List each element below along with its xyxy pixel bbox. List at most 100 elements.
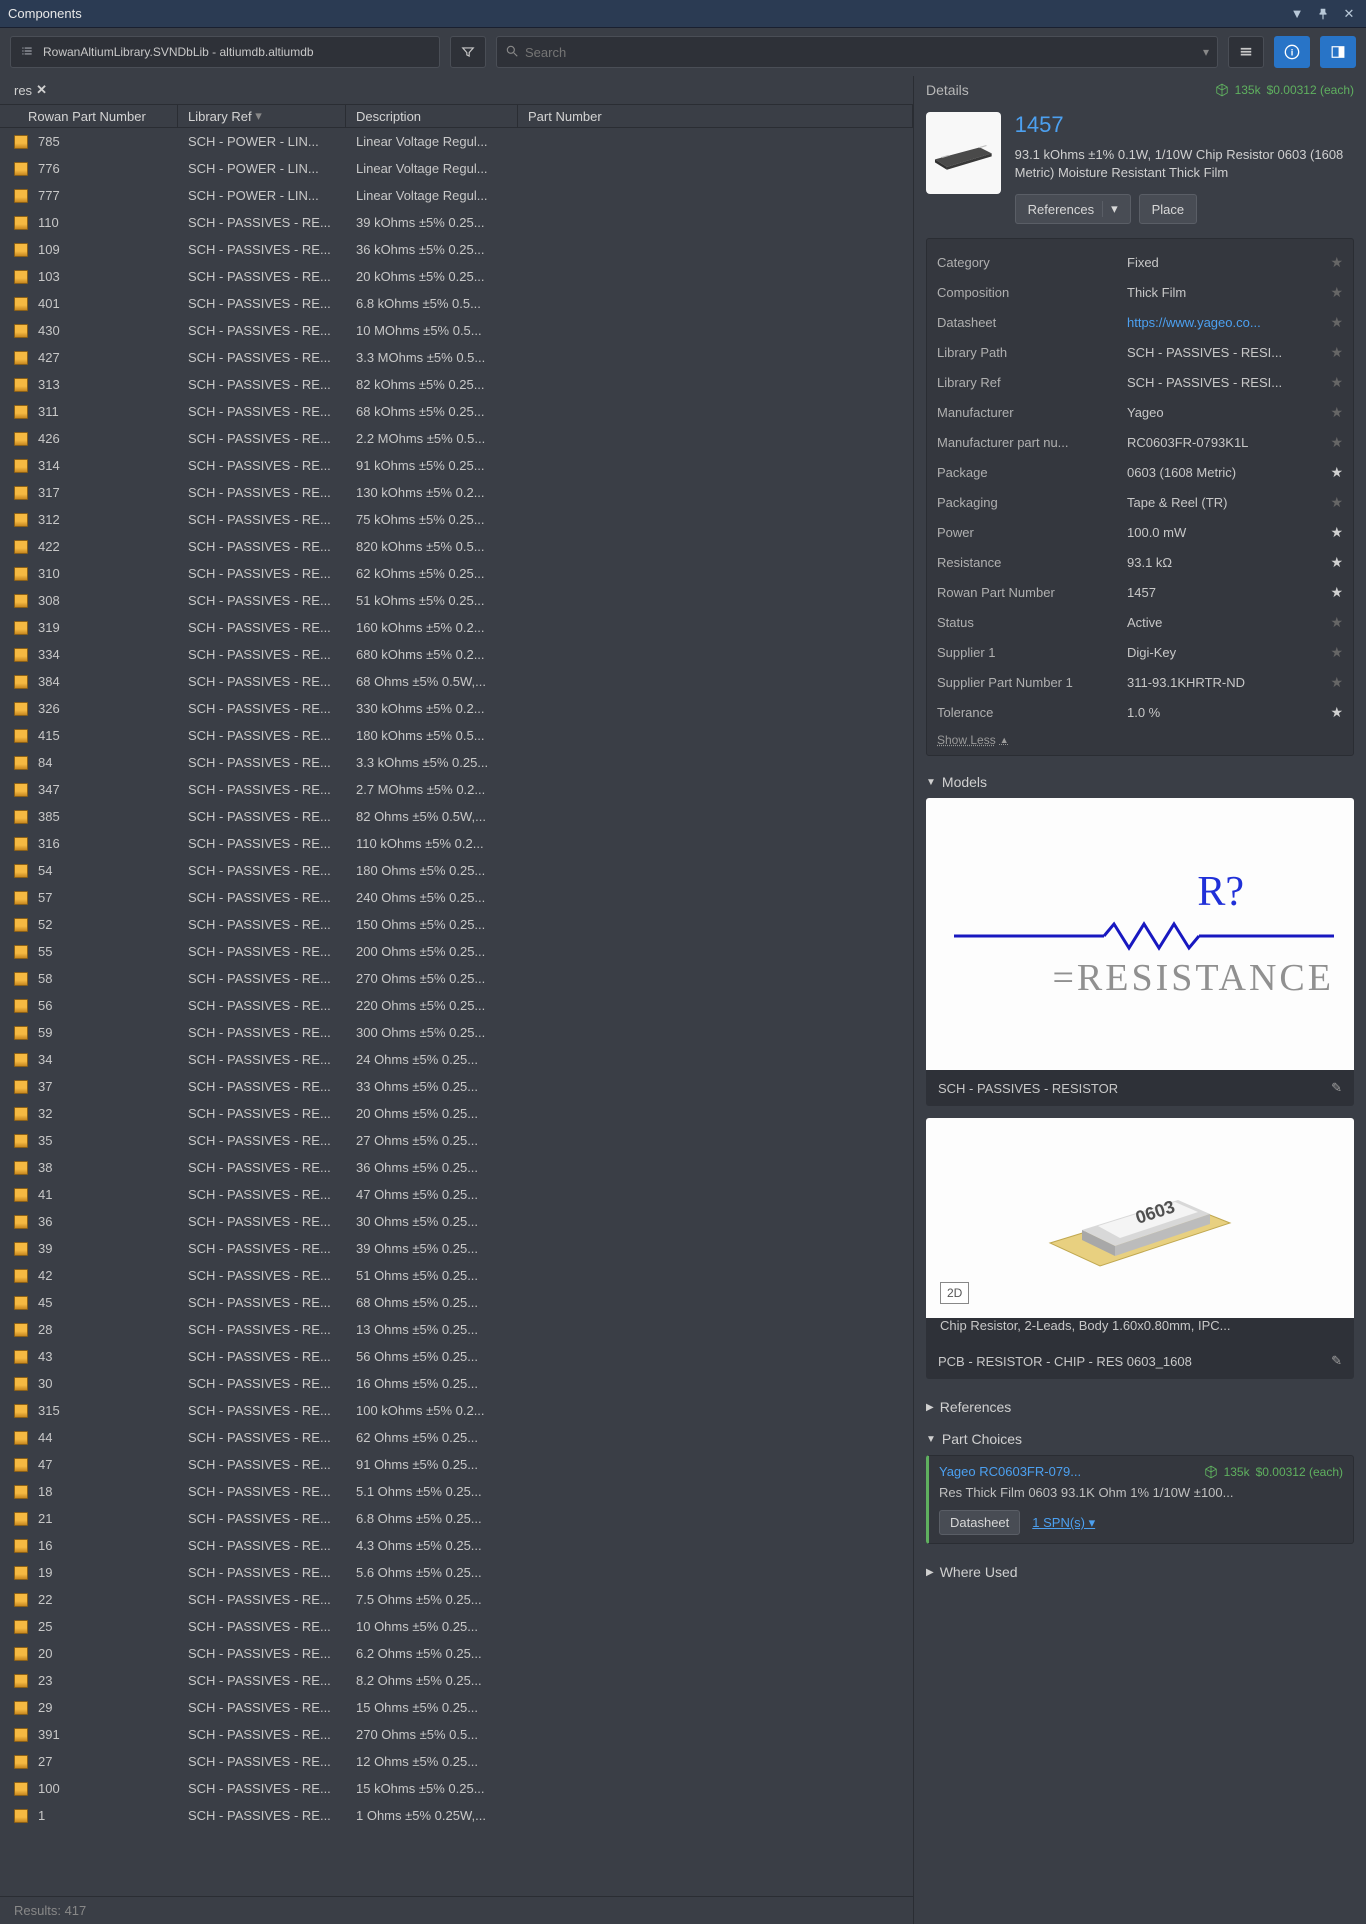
table-row[interactable]: 103SCH - PASSIVES - RE...20 kOhms ±5% 0.… — [0, 263, 913, 290]
table-row[interactable]: 422SCH - PASSIVES - RE...820 kOhms ±5% 0… — [0, 533, 913, 560]
table-row[interactable]: 55SCH - PASSIVES - RE...200 Ohms ±5% 0.2… — [0, 938, 913, 965]
table-row[interactable]: 44SCH - PASSIVES - RE...62 Ohms ±5% 0.25… — [0, 1424, 913, 1451]
star-icon[interactable]: ★ — [1330, 494, 1343, 511]
table-row[interactable]: 384SCH - PASSIVES - RE...68 Ohms ±5% 0.5… — [0, 668, 913, 695]
table-row[interactable]: 109SCH - PASSIVES - RE...36 kOhms ±5% 0.… — [0, 236, 913, 263]
star-icon[interactable]: ★ — [1330, 524, 1343, 541]
star-icon[interactable]: ★ — [1330, 644, 1343, 661]
table-row[interactable]: 37SCH - PASSIVES - RE...33 Ohms ±5% 0.25… — [0, 1073, 913, 1100]
spn-link[interactable]: 1 SPN(s) ▾ — [1032, 1515, 1095, 1531]
chevron-down-icon[interactable]: ▾ — [1203, 45, 1209, 59]
table-row[interactable]: 19SCH - PASSIVES - RE...5.6 Ohms ±5% 0.2… — [0, 1559, 913, 1586]
table-row[interactable]: 776SCH - POWER - LIN...Linear Voltage Re… — [0, 155, 913, 182]
table-row[interactable]: 23SCH - PASSIVES - RE...8.2 Ohms ±5% 0.2… — [0, 1667, 913, 1694]
table-row[interactable]: 27SCH - PASSIVES - RE...12 Ohms ±5% 0.25… — [0, 1748, 913, 1775]
table-row[interactable]: 41SCH - PASSIVES - RE...47 Ohms ±5% 0.25… — [0, 1181, 913, 1208]
references-header[interactable]: References — [914, 1391, 1366, 1423]
pin-icon[interactable] — [1314, 5, 1332, 23]
table-row[interactable]: 22SCH - PASSIVES - RE...7.5 Ohms ±5% 0.2… — [0, 1586, 913, 1613]
col-library-ref[interactable]: Library Ref ▾ — [178, 105, 346, 127]
view-split-button[interactable] — [1320, 36, 1356, 68]
table-row[interactable]: 52SCH - PASSIVES - RE...150 Ohms ±5% 0.2… — [0, 911, 913, 938]
table-row[interactable]: 401SCH - PASSIVES - RE...6.8 kOhms ±5% 0… — [0, 290, 913, 317]
table-row[interactable]: 385SCH - PASSIVES - RE...82 Ohms ±5% 0.5… — [0, 803, 913, 830]
col-description[interactable]: Description — [346, 105, 518, 127]
table-row[interactable]: 312SCH - PASSIVES - RE...75 kOhms ±5% 0.… — [0, 506, 913, 533]
star-icon[interactable]: ★ — [1330, 464, 1343, 481]
star-icon[interactable]: ★ — [1330, 614, 1343, 631]
filter-button[interactable] — [450, 36, 486, 68]
part-choices-header[interactable]: Part Choices — [914, 1423, 1366, 1455]
chip-close-icon[interactable]: ✕ — [36, 82, 47, 98]
col-part-number[interactable]: Rowan Part Number — [0, 105, 178, 127]
info-button[interactable]: i — [1274, 36, 1310, 68]
table-row[interactable]: 84SCH - PASSIVES - RE...3.3 kOhms ±5% 0.… — [0, 749, 913, 776]
schematic-model-card[interactable]: R? =RESISTANCE SCH - PASSIVES - RESISTOR… — [926, 798, 1354, 1106]
references-button[interactable]: References▾ — [1015, 194, 1131, 224]
table-row[interactable]: 426SCH - PASSIVES - RE...2.2 MOhms ±5% 0… — [0, 425, 913, 452]
star-icon[interactable]: ★ — [1330, 704, 1343, 721]
table-row[interactable]: 36SCH - PASSIVES - RE...30 Ohms ±5% 0.25… — [0, 1208, 913, 1235]
search-field[interactable] — [525, 45, 1197, 60]
star-icon[interactable]: ★ — [1330, 404, 1343, 421]
table-row[interactable]: 30SCH - PASSIVES - RE...16 Ohms ±5% 0.25… — [0, 1370, 913, 1397]
table-row[interactable]: 316SCH - PASSIVES - RE...110 kOhms ±5% 0… — [0, 830, 913, 857]
table-row[interactable]: 313SCH - PASSIVES - RE...82 kOhms ±5% 0.… — [0, 371, 913, 398]
table-row[interactable]: 56SCH - PASSIVES - RE...220 Ohms ±5% 0.2… — [0, 992, 913, 1019]
star-icon[interactable]: ★ — [1330, 314, 1343, 331]
models-header[interactable]: Models — [914, 766, 1366, 798]
table-row[interactable]: 415SCH - PASSIVES - RE...180 kOhms ±5% 0… — [0, 722, 913, 749]
where-used-header[interactable]: Where Used — [914, 1556, 1366, 1588]
table-row[interactable]: 110SCH - PASSIVES - RE...39 kOhms ±5% 0.… — [0, 209, 913, 236]
table-row[interactable]: 45SCH - PASSIVES - RE...68 Ohms ±5% 0.25… — [0, 1289, 913, 1316]
place-button[interactable]: Place — [1139, 194, 1198, 224]
pencil-icon[interactable]: ✎ — [1331, 1080, 1342, 1096]
table-row[interactable]: 430SCH - PASSIVES - RE...10 MOhms ±5% 0.… — [0, 317, 913, 344]
table-row[interactable]: 43SCH - PASSIVES - RE...56 Ohms ±5% 0.25… — [0, 1343, 913, 1370]
table-row[interactable]: 35SCH - PASSIVES - RE...27 Ohms ±5% 0.25… — [0, 1127, 913, 1154]
star-icon[interactable]: ★ — [1330, 584, 1343, 601]
table-row[interactable]: 315SCH - PASSIVES - RE...100 kOhms ±5% 0… — [0, 1397, 913, 1424]
show-less-link[interactable]: Show Less ▲ — [937, 733, 1009, 747]
star-icon[interactable]: ★ — [1330, 374, 1343, 391]
view-list-button[interactable] — [1228, 36, 1264, 68]
table-row[interactable]: 20SCH - PASSIVES - RE...6.2 Ohms ±5% 0.2… — [0, 1640, 913, 1667]
table-row[interactable]: 311SCH - PASSIVES - RE...68 kOhms ±5% 0.… — [0, 398, 913, 425]
pcb-model-card[interactable]: 0603 2D Chip Resistor, 2-Leads, Body 1.6… — [926, 1118, 1354, 1379]
table-row[interactable]: 34SCH - PASSIVES - RE...24 Ohms ±5% 0.25… — [0, 1046, 913, 1073]
table-row[interactable]: 310SCH - PASSIVES - RE...62 kOhms ±5% 0.… — [0, 560, 913, 587]
table-row[interactable]: 57SCH - PASSIVES - RE...240 Ohms ±5% 0.2… — [0, 884, 913, 911]
table-row[interactable]: 18SCH - PASSIVES - RE...5.1 Ohms ±5% 0.2… — [0, 1478, 913, 1505]
table-row[interactable]: 427SCH - PASSIVES - RE...3.3 MOhms ±5% 0… — [0, 344, 913, 371]
table-row[interactable]: 42SCH - PASSIVES - RE...51 Ohms ±5% 0.25… — [0, 1262, 913, 1289]
search-input[interactable]: ▾ — [496, 36, 1218, 68]
star-icon[interactable]: ★ — [1330, 284, 1343, 301]
close-icon[interactable]: ✕ — [1340, 5, 1358, 23]
star-icon[interactable]: ★ — [1330, 554, 1343, 571]
pencil-icon[interactable]: ✎ — [1331, 1353, 1342, 1369]
table-row[interactable]: 32SCH - PASSIVES - RE...20 Ohms ±5% 0.25… — [0, 1100, 913, 1127]
table-row[interactable]: 314SCH - PASSIVES - RE...91 kOhms ±5% 0.… — [0, 452, 913, 479]
col-part-number-2[interactable]: Part Number — [518, 105, 913, 127]
table-row[interactable]: 58SCH - PASSIVES - RE...270 Ohms ±5% 0.2… — [0, 965, 913, 992]
table-row[interactable]: 317SCH - PASSIVES - RE...130 kOhms ±5% 0… — [0, 479, 913, 506]
table-row[interactable]: 38SCH - PASSIVES - RE...36 Ohms ±5% 0.25… — [0, 1154, 913, 1181]
datasheet-button[interactable]: Datasheet — [939, 1510, 1020, 1535]
part-choice-card[interactable]: Yageo RC0603FR-079... 135k $0.00312 (eac… — [926, 1455, 1354, 1544]
table-row[interactable]: 391SCH - PASSIVES - RE...270 Ohms ±5% 0.… — [0, 1721, 913, 1748]
table-row[interactable]: 334SCH - PASSIVES - RE...680 kOhms ±5% 0… — [0, 641, 913, 668]
star-icon[interactable]: ★ — [1330, 344, 1343, 361]
star-icon[interactable]: ★ — [1330, 434, 1343, 451]
table-row[interactable]: 1SCH - PASSIVES - RE...1 Ohms ±5% 0.25W,… — [0, 1802, 913, 1829]
star-icon[interactable]: ★ — [1330, 254, 1343, 271]
table-row[interactable]: 28SCH - PASSIVES - RE...13 Ohms ±5% 0.25… — [0, 1316, 913, 1343]
table-row[interactable]: 319SCH - PASSIVES - RE...160 kOhms ±5% 0… — [0, 614, 913, 641]
star-icon[interactable]: ★ — [1330, 674, 1343, 691]
view-2d-badge[interactable]: 2D — [940, 1282, 969, 1304]
table-row[interactable]: 785SCH - POWER - LIN...Linear Voltage Re… — [0, 128, 913, 155]
chevron-down-icon[interactable]: ▾ — [1102, 201, 1118, 217]
table-row[interactable]: 777SCH - POWER - LIN...Linear Voltage Re… — [0, 182, 913, 209]
table-row[interactable]: 21SCH - PASSIVES - RE...6.8 Ohms ±5% 0.2… — [0, 1505, 913, 1532]
table-row[interactable]: 39SCH - PASSIVES - RE...39 Ohms ±5% 0.25… — [0, 1235, 913, 1262]
filter-chip[interactable]: res ✕ — [10, 80, 51, 100]
